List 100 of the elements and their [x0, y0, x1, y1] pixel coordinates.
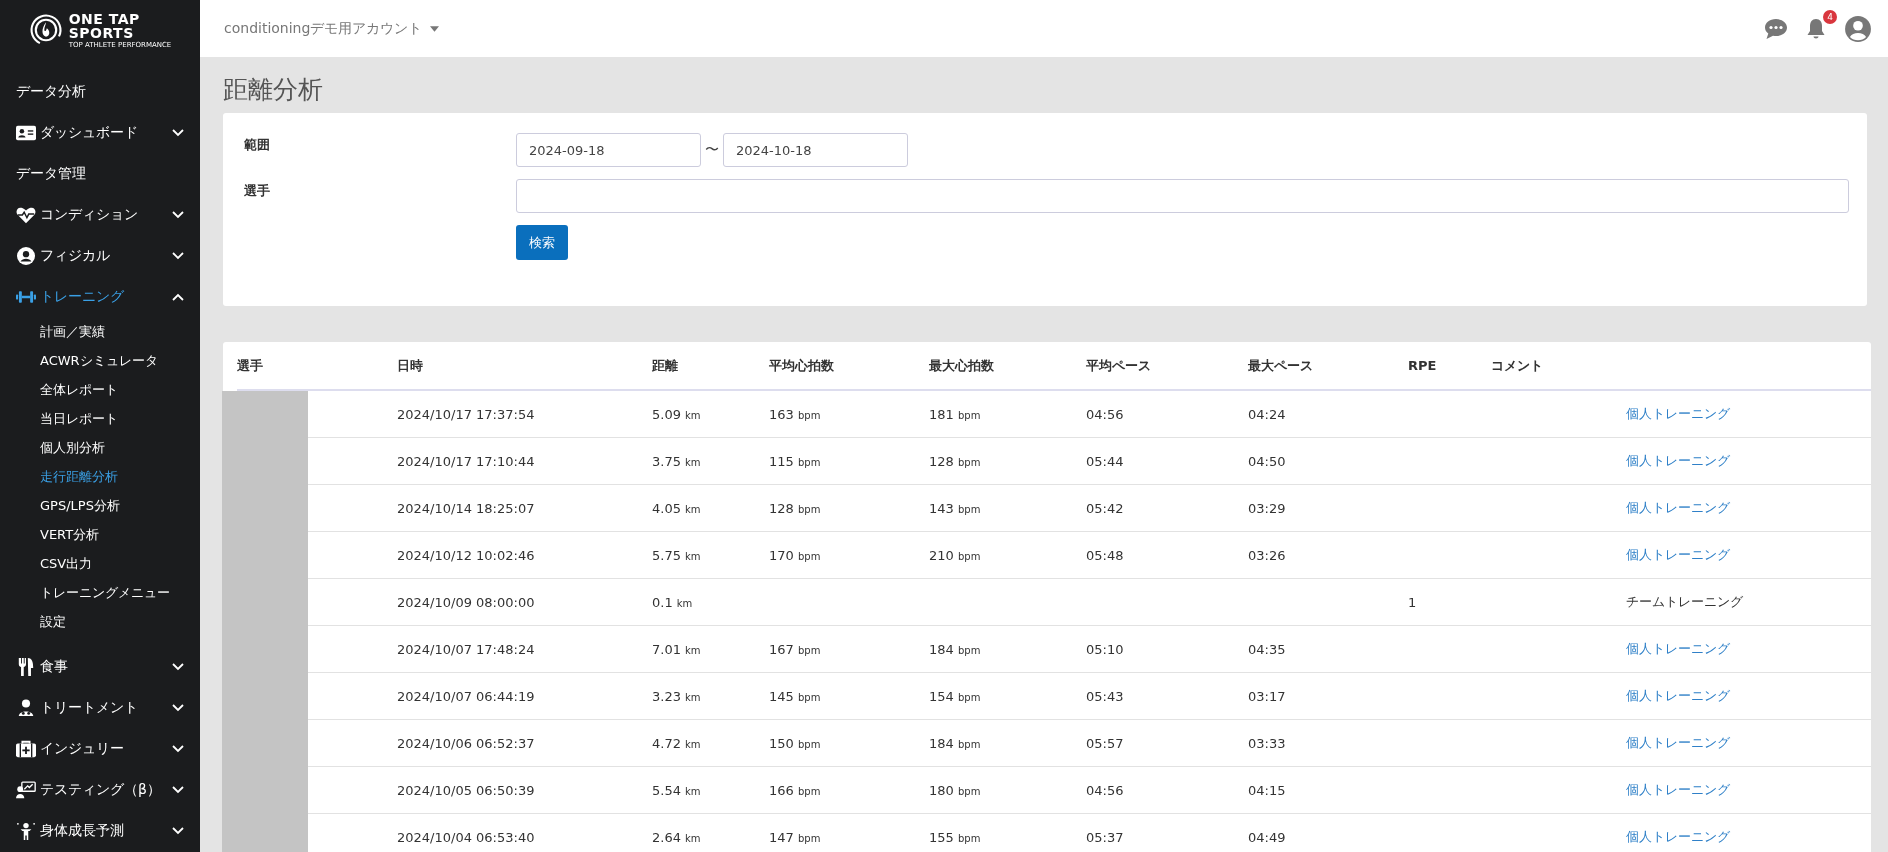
training-link[interactable]: 個人トレーニング: [1626, 406, 1730, 421]
table-cell-text: 05:48: [1086, 547, 1125, 563]
nav-link[interactable]: 当日レポート: [0, 404, 200, 433]
nav-group[interactable]: ダッシュボード: [0, 112, 200, 153]
chat-icon[interactable]: [1764, 17, 1788, 40]
table-cell-text: 128 bpm: [929, 453, 982, 469]
nav-link[interactable]: トレーニングメニュー: [0, 578, 200, 607]
table-cell-text: 163 bpm: [769, 406, 822, 422]
nav-group[interactable]: コンディション: [0, 194, 200, 235]
table-cell-text: 04:35: [1248, 641, 1287, 657]
heart-pulse-icon: [16, 205, 36, 224]
training-link[interactable]: 個人トレーニング: [1626, 688, 1730, 703]
nav-group[interactable]: フィジカル: [0, 235, 200, 276]
table-cell-text: 04:56: [1086, 406, 1125, 422]
presentation-icon: [16, 780, 36, 799]
table-cell-text: 4.72 km: [652, 735, 702, 751]
table-cell-text: 04:50: [1248, 453, 1287, 469]
nav-link[interactable]: CSV出力: [0, 549, 200, 578]
table-cell-text: 184 bpm: [929, 641, 982, 657]
table-cell-text: 03:17: [1248, 688, 1287, 704]
first-aid-kit-icon: [16, 739, 36, 758]
table-cell-text: 181 bpm: [929, 406, 982, 422]
table-cell-text: 145 bpm: [769, 688, 822, 704]
chevron-down-icon: [172, 251, 184, 260]
table-cell-text: 03:29: [1248, 500, 1287, 516]
nav-group[interactable]: 食事: [0, 646, 200, 687]
training-link[interactable]: 個人トレーニング: [1626, 547, 1730, 562]
nav-link[interactable]: VERT分析: [0, 520, 200, 549]
child-growth-icon: [16, 821, 36, 840]
table-cell-text: 154 bpm: [929, 688, 982, 704]
field-label: 選手: [244, 182, 271, 200]
table-cell-text: 05:57: [1086, 735, 1125, 751]
caret-icon: [430, 25, 440, 32]
training-link[interactable]: 個人トレーニング: [1626, 641, 1730, 656]
nav-link[interactable]: 走行距離分析: [0, 462, 200, 491]
notification-badge: 4: [1823, 9, 1837, 24]
table-cell-text: 7.01 km: [652, 641, 702, 657]
table-cell-text: 5.75 km: [652, 547, 702, 563]
search-button[interactable]: 検索: [516, 225, 568, 260]
column-header: 平均心拍数: [769, 356, 835, 375]
training-link[interactable]: 個人トレーニング: [1626, 735, 1730, 750]
table-cell-text: 1: [1408, 594, 1418, 610]
nav-link[interactable]: 計画／実績: [0, 317, 200, 346]
fork-knife-icon: [16, 657, 36, 676]
table-cell-text: 143 bpm: [929, 500, 982, 516]
nav-group[interactable]: トレーニング: [0, 276, 200, 317]
nav-link[interactable]: 個人別分析: [0, 433, 200, 462]
date-field[interactable]: 2024-09-18: [516, 133, 701, 167]
user-avatar-icon[interactable]: [1844, 14, 1872, 43]
table-cell-text: 167 bpm: [769, 641, 822, 657]
column-header: RPE: [1408, 358, 1438, 373]
nav-group[interactable]: テスティング（β）: [0, 769, 200, 810]
table-cell-text: 2024/10/09 08:00:00: [397, 594, 536, 610]
table-cell-text: 184 bpm: [929, 735, 982, 751]
table-cell-text: 05:10: [1086, 641, 1125, 657]
page-title: 距離分析: [223, 75, 324, 105]
range-separator: 〜: [705, 141, 719, 159]
doctor-icon: [16, 698, 36, 717]
training-link[interactable]: 個人トレーニング: [1626, 453, 1730, 468]
table-cell-text: 2024/10/07 17:48:24: [397, 641, 536, 657]
nav-link[interactable]: ACWRシミュレータ: [0, 346, 200, 375]
account-dropdown[interactable]: conditioningデモ用アカウント: [224, 19, 440, 38]
table-cell-text: 0.1 km: [652, 594, 694, 610]
table-cell-text: 04:56: [1086, 782, 1125, 798]
table-cell-text: チームトレーニング: [1626, 593, 1744, 611]
column-header: 選手: [237, 356, 264, 375]
id-card-icon: [16, 123, 36, 142]
table-cell-text: 4.05 km: [652, 500, 702, 516]
player-field[interactable]: [516, 179, 1849, 213]
table-cell-text: 2024/10/17 17:10:44: [397, 453, 536, 469]
nav-group[interactable]: 身体成長予測: [0, 810, 200, 851]
table-cell-text: 128 bpm: [769, 500, 822, 516]
nav-link[interactable]: GPS/LPS分析: [0, 491, 200, 520]
nav-link[interactable]: 全体レポート: [0, 375, 200, 404]
chevron-down-icon: [172, 128, 184, 137]
table-cell-text: 3.23 km: [652, 688, 702, 704]
logo-text: ONE TAP: [68, 11, 141, 26]
training-link[interactable]: 個人トレーニング: [1626, 829, 1730, 844]
table-cell-text: 04:49: [1248, 829, 1287, 845]
column-header: コメント: [1491, 356, 1544, 375]
date-field[interactable]: 2024-10-18: [723, 133, 908, 167]
table-cell-text: 210 bpm: [929, 547, 982, 563]
table-cell-text: 155 bpm: [929, 829, 982, 845]
nav-link[interactable]: 設定: [0, 607, 200, 636]
table-cell-text: 2024/10/12 10:02:46: [397, 547, 536, 563]
nav-group[interactable]: インジュリー: [0, 728, 200, 769]
logo-icon: [28, 13, 63, 47]
table-cell-text: 170 bpm: [769, 547, 822, 563]
column-header: 平均ペース: [1086, 356, 1152, 375]
table-cell-text: 2024/10/17 17:37:54: [397, 406, 536, 422]
table-cell-text: 05:43: [1086, 688, 1125, 704]
user-circle-icon: [16, 246, 36, 265]
table-cell-text: 2024/10/07 06:44:19: [397, 688, 536, 704]
training-link[interactable]: 個人トレーニング: [1626, 782, 1730, 797]
chevron-up-icon: [172, 292, 184, 301]
training-link[interactable]: 個人トレーニング: [1626, 500, 1730, 515]
table-cell-text: 147 bpm: [769, 829, 822, 845]
nav-heading: データ管理: [15, 163, 87, 183]
table-cell-text: 03:26: [1248, 547, 1287, 563]
nav-group[interactable]: トリートメント: [0, 687, 200, 728]
